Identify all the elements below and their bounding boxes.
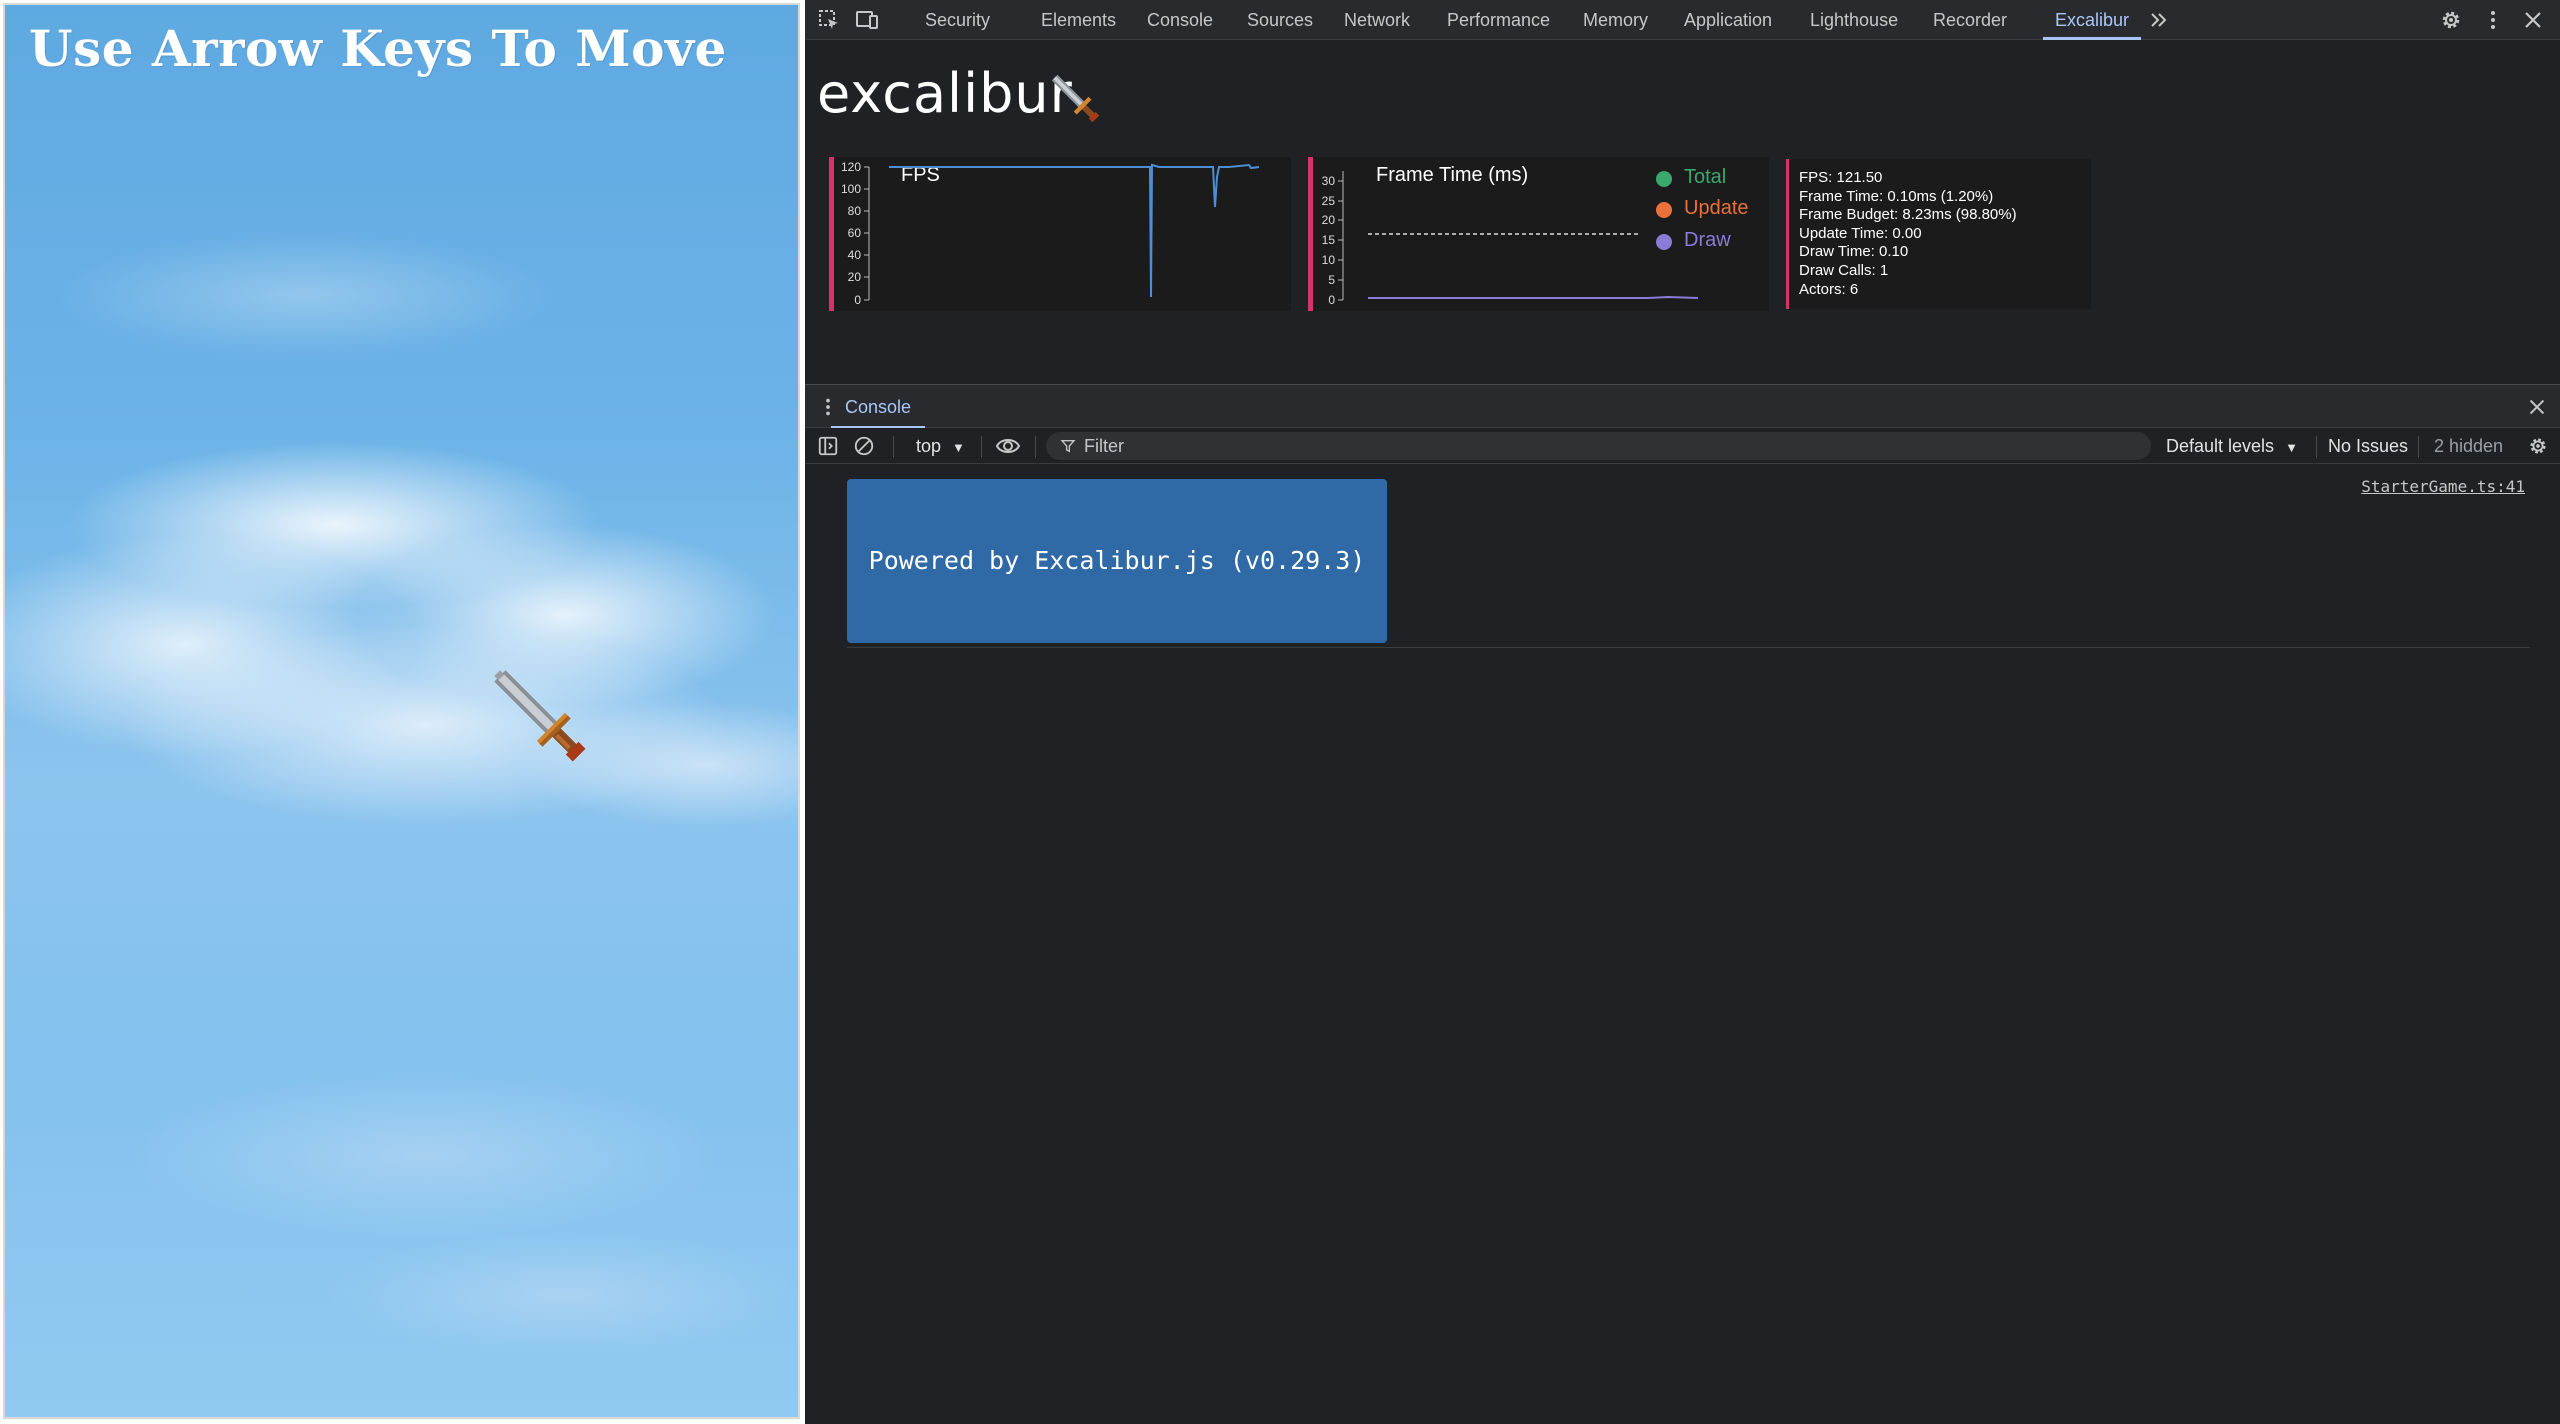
tab-lighthouse[interactable]: Lighthouse: [1810, 0, 1898, 40]
close-devtools-icon[interactable]: [2521, 8, 2545, 32]
double-chevron-right-icon[interactable]: [2147, 8, 2171, 32]
clear-console-icon[interactable]: [853, 435, 875, 457]
fps-tick-60: 60: [848, 226, 862, 240]
stat-draw-calls: Draw Calls: 1: [1799, 261, 1889, 279]
ft-tick-20: 20: [1322, 213, 1336, 227]
toolbar-separator: [2418, 436, 2419, 458]
stat-actors: Actors: 6: [1799, 280, 1859, 298]
sword-sprite: [494, 670, 586, 762]
stat-frame-time: Frame Time: 0.10ms (1.20%): [1799, 187, 1994, 205]
tab-performance[interactable]: Performance: [1447, 0, 1550, 40]
legend-update-label: Update: [1684, 197, 1749, 219]
drawer-menu-icon[interactable]: [817, 396, 839, 418]
stats-panel: FPS: 121.50 Frame Time: 0.10ms (1.20%) F…: [1786, 159, 2091, 309]
tab-security[interactable]: Security: [925, 0, 990, 40]
toolbar-separator: [981, 436, 982, 458]
drawer-tab-console[interactable]: Console: [830, 385, 926, 429]
toolbar-separator: [2316, 436, 2317, 458]
chevron-down-icon: ▼: [2285, 440, 2298, 455]
filter-input[interactable]: Filter: [1046, 432, 2151, 460]
stat-frame-budget: Frame Budget: 8.23ms (98.80%): [1799, 206, 2017, 224]
console-log-area: Powered by Excalibur.js (v0.29.3) Starte…: [805, 465, 2560, 1424]
graph-accent-bar: [1786, 159, 1789, 309]
sidebar-toggle-icon[interactable]: [817, 435, 839, 457]
fps-tick-120: 120: [841, 160, 861, 174]
frame-time-graph-title: Frame Time (ms): [1376, 164, 1528, 186]
tab-application[interactable]: Application: [1684, 0, 1772, 40]
fps-graph: 120 100 80 60 40 20 0 FPS: [829, 157, 1291, 311]
devtools-tabbar: Security Elements Console Sources Networ…: [805, 0, 2560, 40]
log-levels-dropdown[interactable]: Default levels ▼: [2166, 428, 2298, 466]
fps-tick-0: 0: [854, 293, 861, 307]
legend-total-dot: [1656, 171, 1672, 187]
filter-placeholder: Filter: [1084, 436, 1124, 456]
frame-time-graph: 30 25 20 15 10 5 0 Frame Time (ms) Total…: [1308, 157, 1769, 311]
fps-tick-20: 20: [848, 270, 862, 284]
fps-tick-80: 80: [848, 204, 862, 218]
kebab-menu-icon[interactable]: [2481, 8, 2505, 32]
issues-button[interactable]: No Issues: [2328, 428, 2408, 464]
fps-series-line: [889, 163, 1260, 298]
hidden-count: 2 hidden: [2434, 436, 2504, 456]
game-instructions: Use Arrow Keys To Move: [29, 19, 727, 78]
ft-tick-30: 30: [1322, 174, 1336, 188]
log-source-link[interactable]: StarterGame.ts:41: [2361, 477, 2525, 496]
tab-sources[interactable]: Sources: [1247, 0, 1313, 40]
fps-tick-40: 40: [848, 248, 862, 262]
sword-logo-icon: [1051, 74, 1100, 123]
toolbar-separator: [893, 436, 894, 458]
console-settings-gear-icon[interactable]: [2527, 435, 2549, 457]
total-series-line: [1368, 295, 1699, 299]
tab-elements[interactable]: Elements: [1041, 0, 1116, 40]
console-drawer-bar: Console: [805, 384, 2560, 429]
close-drawer-icon[interactable]: [2526, 396, 2548, 418]
tab-console[interactable]: Console: [1147, 0, 1213, 40]
gear-icon[interactable]: [2439, 8, 2463, 32]
ft-tick-5: 5: [1328, 273, 1335, 287]
inspect-element-icon[interactable]: [817, 8, 841, 32]
stat-update-time: Update Time: 0.00: [1799, 224, 1922, 242]
ft-tick-0: 0: [1328, 293, 1335, 307]
console-toolbar: top ▼ Filter Default levels ▼ No Issues …: [805, 428, 2560, 464]
ft-tick-25: 25: [1322, 194, 1336, 208]
legend-update-dot: [1656, 202, 1672, 218]
stat-draw-time: Draw Time: 0.10: [1799, 243, 1909, 261]
fps-tick-100: 100: [841, 182, 861, 196]
log-levels-value: Default levels: [2166, 436, 2275, 456]
tab-excalibur[interactable]: Excalibur: [2042, 0, 2142, 40]
fps-graph-plot: 120 100 80 60 40 20 0 FPS: [841, 160, 1260, 307]
console-log-message: Powered by Excalibur.js (v0.29.3): [847, 479, 1387, 643]
ft-tick-15: 15: [1322, 233, 1336, 247]
tab-recorder[interactable]: Recorder: [1933, 0, 2007, 40]
ft-tick-10: 10: [1322, 253, 1336, 267]
context-selector[interactable]: top ▼: [916, 428, 965, 466]
stat-fps: FPS: 121.50: [1799, 169, 1883, 186]
legend-total-label: Total: [1684, 166, 1727, 188]
device-toggle-icon[interactable]: [855, 8, 879, 32]
devtools-panel: Security Elements Console Sources Networ…: [805, 0, 2560, 1424]
tab-memory[interactable]: Memory: [1583, 0, 1648, 40]
context-value: top: [916, 436, 942, 456]
game-canvas[interactable]: Use Arrow Keys To Move: [3, 3, 800, 1419]
log-divider: [847, 647, 2530, 648]
live-expression-eye-icon[interactable]: [995, 435, 1021, 457]
legend-draw-dot: [1656, 234, 1672, 250]
toolbar-separator: [1035, 436, 1036, 458]
tab-network[interactable]: Network: [1344, 0, 1410, 40]
chevron-down-icon: ▼: [952, 440, 965, 455]
filter-icon: [1060, 440, 1076, 453]
legend-draw-label: Draw: [1684, 229, 1731, 251]
